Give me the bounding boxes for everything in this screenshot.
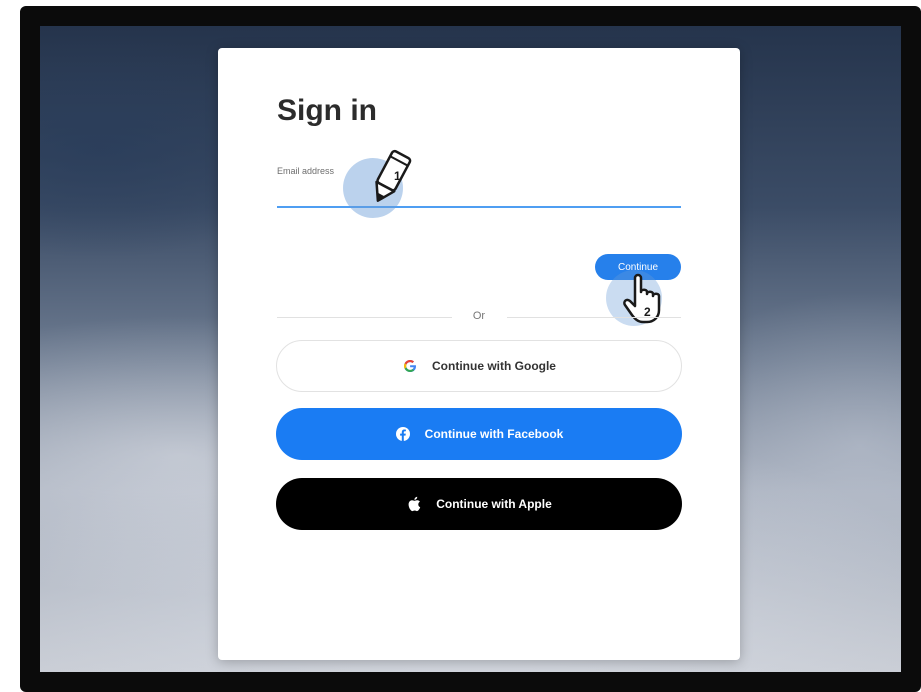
continue-with-google-button[interactable]: Continue with Google xyxy=(276,340,682,392)
facebook-icon xyxy=(395,426,411,442)
or-divider: Or xyxy=(277,310,681,324)
apple-icon xyxy=(406,496,422,512)
google-g-icon xyxy=(402,358,418,374)
google-button-label: Continue with Google xyxy=(432,359,556,373)
facebook-button-label: Continue with Facebook xyxy=(424,427,564,441)
continue-with-apple-button[interactable]: Continue with Apple xyxy=(276,478,682,530)
divider-text: Or xyxy=(472,310,486,322)
divider-line-right xyxy=(507,317,681,318)
email-label: Email address xyxy=(277,166,335,176)
divider-line-left xyxy=(277,317,452,318)
page-title: Sign in xyxy=(277,94,377,127)
signin-card: Sign in Email address 1 Continue 2 Or Co… xyxy=(218,48,740,660)
apple-button-label: Continue with Apple xyxy=(436,497,552,511)
continue-with-facebook-button[interactable]: Continue with Facebook xyxy=(276,408,682,460)
pencil-pointer-icon: 1 xyxy=(375,149,412,202)
email-field[interactable] xyxy=(277,184,681,208)
step-1-number: 1 xyxy=(394,169,401,183)
